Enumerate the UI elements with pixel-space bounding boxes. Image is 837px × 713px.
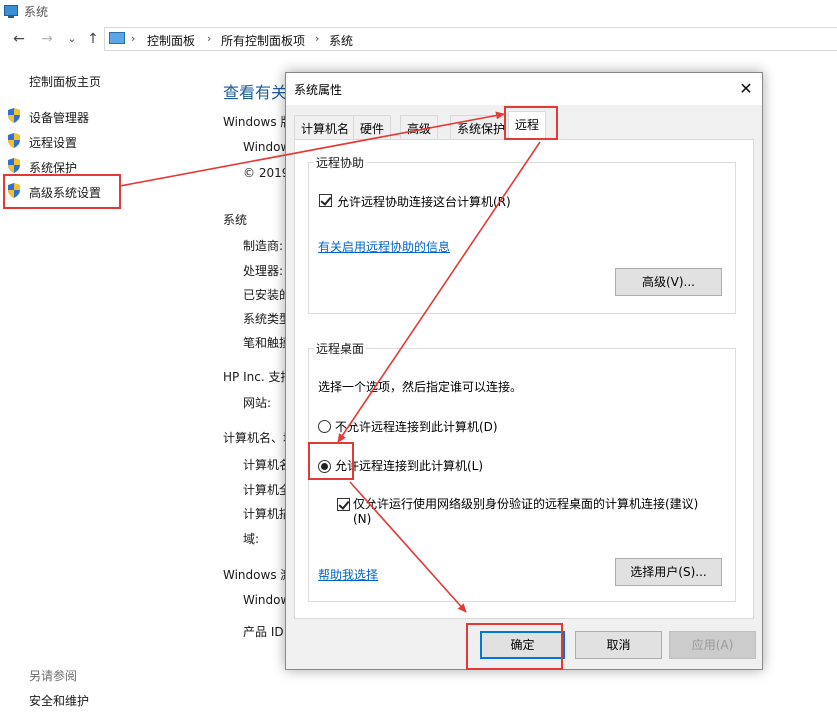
- arrow-to-remote-tab: [119, 111, 505, 187]
- arrow-to-allow-radio: [337, 141, 541, 443]
- arrow-to-ok-button: [349, 481, 467, 613]
- annotation-arrows: [119, 111, 541, 613]
